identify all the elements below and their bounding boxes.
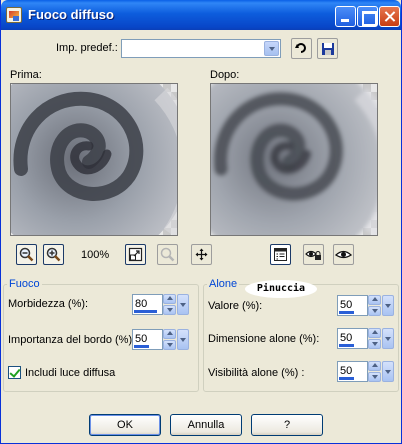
chevron-down-icon[interactable]: [264, 41, 279, 56]
zoom-out-button[interactable]: [16, 244, 37, 265]
close-button[interactable]: [379, 6, 400, 27]
edge-slider-dropdown[interactable]: [177, 329, 189, 350]
ok-button[interactable]: OK: [89, 414, 161, 436]
reset-arrow-icon: [295, 43, 306, 53]
zoom-in-button[interactable]: [43, 244, 64, 265]
halo-visibility-value: 50: [340, 365, 353, 377]
spin-down-icon[interactable]: [163, 305, 176, 315]
preset-dropdown[interactable]: [121, 39, 281, 58]
list-window-icon: [274, 248, 287, 261]
minimize-button[interactable]: [335, 6, 356, 27]
halo-size-level-bar: [339, 344, 354, 347]
halo-value-up-down[interactable]: [368, 295, 381, 316]
softness-level-bar: [134, 310, 158, 313]
spin-down-icon[interactable]: [368, 372, 381, 382]
move-arrows-icon: [195, 248, 208, 261]
spin-up-icon[interactable]: [368, 361, 381, 371]
halo-size-label: Dimensione alone (%):: [208, 333, 320, 345]
maximize-button[interactable]: [357, 6, 378, 27]
spin-up-icon[interactable]: [163, 329, 176, 339]
halo-size-slider-dropdown[interactable]: [382, 328, 394, 349]
halo-visibility-input[interactable]: 50: [337, 361, 368, 382]
after-preview-image: [211, 84, 377, 235]
edge-level-bar: [134, 345, 149, 348]
halo-value-input[interactable]: 50: [337, 295, 368, 316]
zoom-disabled-icon: [160, 247, 175, 262]
toggle-preview-button[interactable]: [270, 244, 291, 265]
halo-visibility-level-bar: [339, 377, 354, 380]
before-label: Prima:: [10, 69, 42, 81]
floppy-disk-icon: [321, 42, 334, 55]
halo-size-spinner[interactable]: 50: [337, 328, 394, 349]
reset-preset-button[interactable]: [291, 38, 312, 59]
halo-visibility-spinner[interactable]: 50: [337, 361, 394, 382]
dialog-window: Fuoco diffuso Imp. predef.: Prima: Dopo:: [0, 0, 402, 444]
spin-down-icon[interactable]: [368, 339, 381, 349]
edge-spinner[interactable]: 50: [132, 329, 189, 350]
preset-label: Imp. predef.:: [56, 42, 118, 54]
halo-value-spinner[interactable]: 50: [337, 295, 394, 316]
softness-slider-dropdown[interactable]: [177, 294, 189, 315]
fuoco-group-title: Fuoco: [7, 278, 42, 290]
before-preview[interactable]: [10, 83, 178, 236]
halo-value-label: Valore (%):: [208, 300, 263, 312]
softness-spinner[interactable]: 80: [132, 294, 189, 315]
help-button[interactable]: ?: [251, 414, 323, 436]
watermark: Pinuccia: [245, 280, 317, 298]
edge-up-down[interactable]: [163, 329, 176, 350]
eye-lock-icon: [305, 250, 321, 260]
zoom-in-icon: [46, 247, 61, 262]
after-label: Dopo:: [210, 69, 240, 81]
spin-up-icon[interactable]: [368, 295, 381, 305]
zoom-out-icon: [19, 247, 34, 262]
move-button[interactable]: [191, 244, 212, 265]
halo-visibility-slider-dropdown[interactable]: [382, 361, 394, 382]
spin-down-icon[interactable]: [368, 306, 381, 316]
edge-value: 50: [135, 333, 148, 345]
zoom-fit-icon: [128, 247, 143, 262]
include-diffuse-checkbox[interactable]: [8, 366, 21, 379]
cancel-button[interactable]: Annulla: [170, 414, 242, 436]
zoom-fit-button[interactable]: [125, 244, 146, 265]
save-preset-button[interactable]: [317, 38, 338, 59]
auto-preview-button[interactable]: [333, 244, 354, 265]
app-icon[interactable]: [6, 7, 22, 23]
halo-value-level-bar: [339, 311, 354, 314]
edge-input[interactable]: 50: [132, 329, 163, 350]
halo-size-up-down[interactable]: [368, 328, 381, 349]
softness-up-down[interactable]: [163, 294, 176, 315]
softness-label: Morbidezza (%):: [8, 298, 89, 310]
eye-icon: [335, 250, 352, 258]
halo-visibility-label: Visibilità alone (%) :: [208, 367, 305, 379]
zoom-level: 100%: [81, 249, 110, 261]
halo-size-input[interactable]: 50: [337, 328, 368, 349]
spin-up-icon[interactable]: [163, 294, 176, 304]
halo-visibility-up-down[interactable]: [368, 361, 381, 382]
spin-down-icon[interactable]: [163, 340, 176, 350]
edge-label: Importanza del bordo (%):: [8, 334, 136, 346]
window-title: Fuoco diffuso: [28, 7, 114, 22]
include-diffuse-label[interactable]: Includi luce diffusa: [25, 367, 115, 379]
before-preview-image: [11, 84, 177, 235]
softness-input[interactable]: 80: [132, 294, 163, 315]
halo-value: 50: [340, 299, 353, 311]
title-bar[interactable]: Fuoco diffuso: [1, 0, 401, 30]
halo-size-value: 50: [340, 332, 353, 344]
after-preview: [210, 83, 378, 236]
pan-disabled-button[interactable]: [157, 244, 178, 265]
lock-preview-button[interactable]: [303, 244, 324, 265]
alone-group-title: Alone: [207, 278, 240, 290]
halo-value-slider-dropdown[interactable]: [382, 295, 394, 316]
spin-up-icon[interactable]: [368, 328, 381, 338]
softness-value: 80: [135, 298, 148, 310]
